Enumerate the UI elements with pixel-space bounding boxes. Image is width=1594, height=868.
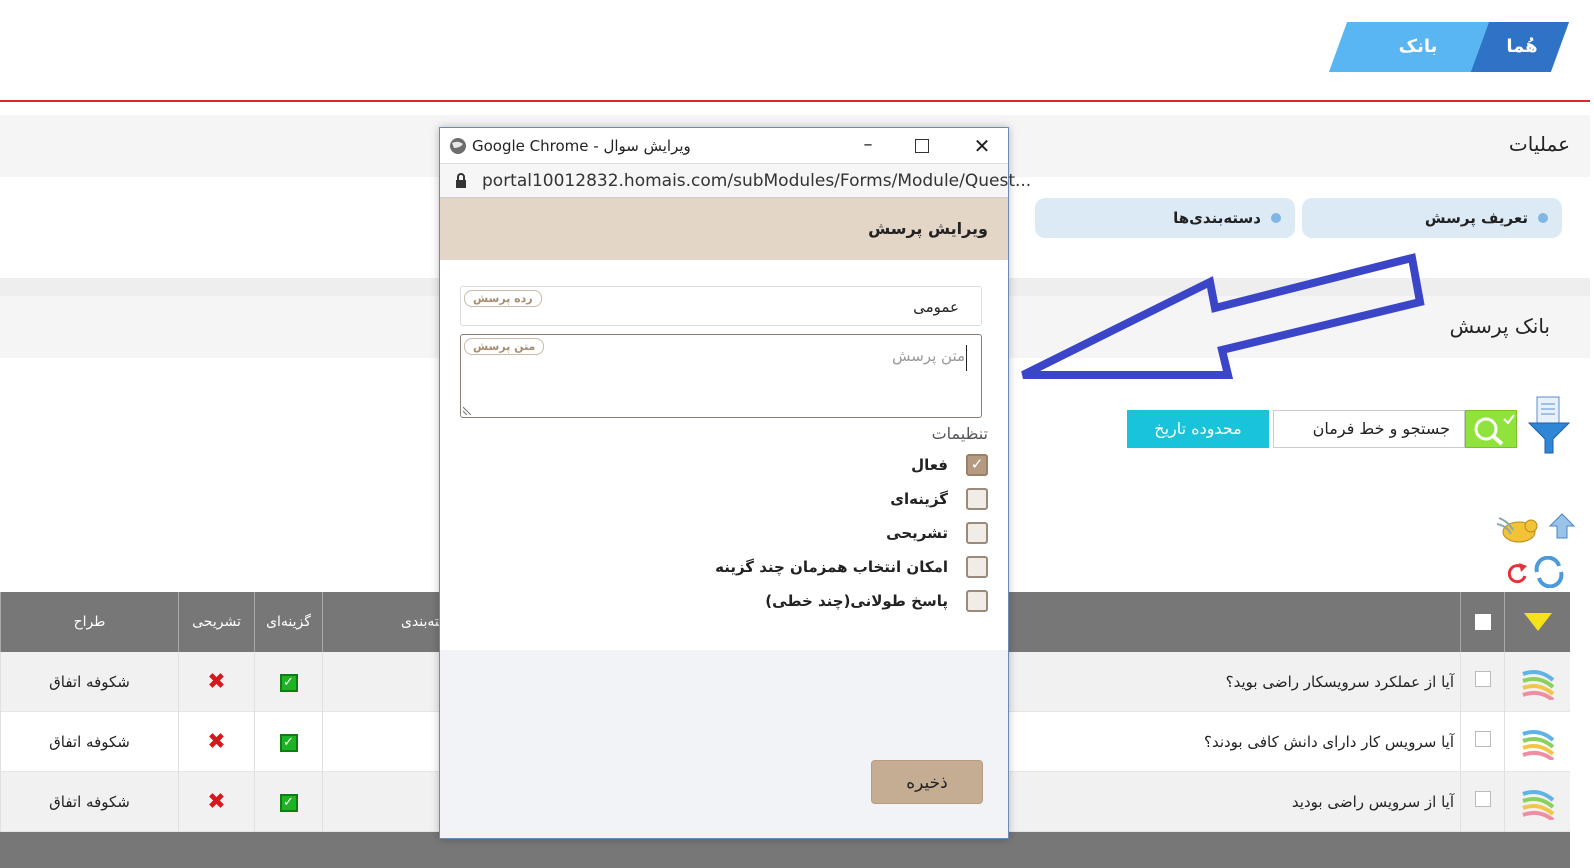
multiple-cell: ✓ (254, 652, 322, 712)
question-text-field[interactable]: متن پرسش متن پرسش (460, 334, 982, 418)
layers-icon[interactable] (1504, 772, 1570, 832)
multiple-cell: ✓ (254, 712, 322, 772)
window-titlebar[interactable]: Google Chrome - ویرایش سوال – ✕ (440, 128, 1008, 164)
option-long-answer[interactable]: پاسخ طولانی(چند خطی) (568, 586, 988, 616)
col-designer[interactable]: طراح (0, 592, 178, 652)
brand-name: هُما (1506, 36, 1538, 57)
magnifier-icon (1474, 414, 1515, 446)
bullet-icon (1538, 213, 1548, 223)
dialog-body: رده پرسش عمومی متن پرسش متن پرسش تنظیمات… (440, 260, 1008, 650)
address-bar[interactable]: portal10012832.homais.com/subModules/For… (440, 164, 1031, 198)
bird-icon[interactable] (1495, 510, 1545, 546)
edit-question-popup: Google Chrome - ویرایش سوال – ✕ portal10… (439, 127, 1031, 839)
bullet-icon (1271, 213, 1281, 223)
cross-icon: ✖ (207, 729, 226, 755)
layers-icon[interactable] (1504, 712, 1570, 772)
multiple-cell: ✓ (254, 772, 322, 832)
maximize-icon (915, 139, 929, 153)
window-title: Google Chrome - ویرایش سوال (472, 137, 691, 155)
checkmark-icon: ✓ (279, 793, 298, 812)
row-select[interactable] (1460, 712, 1504, 772)
question-cell[interactable]: آیا از عملکرد سرویسکار راضی بوید؟ (1010, 652, 1460, 712)
url-text: portal10012832.homais.com/subModules/For… (482, 171, 1032, 191)
resize-handle-icon[interactable] (463, 405, 473, 415)
col-multiple[interactable]: گزینه‌ای (254, 592, 322, 652)
header-divider (0, 100, 1590, 102)
close-button[interactable]: ✕ (956, 128, 1008, 164)
cross-icon: ✖ (207, 669, 226, 695)
checkmark-icon: ✓ (279, 733, 298, 752)
date-range-button[interactable]: محدوده تاریخ (1127, 410, 1269, 448)
text-cursor (966, 345, 967, 371)
checkbox-multiple-choice[interactable] (966, 488, 988, 510)
minimize-button[interactable]: – (848, 128, 888, 164)
module-name: بانک پرسش (1387, 36, 1449, 107)
annotation-arrow-icon (1021, 253, 1425, 379)
checkbox-long-answer[interactable] (966, 590, 988, 612)
option-multi-select[interactable]: امکان انتخاب همزمان چند گزینه (568, 552, 988, 582)
undo-icon[interactable] (1505, 560, 1529, 584)
designer-cell: شکوفه اتفاق (0, 772, 178, 832)
row-checkbox[interactable] (1474, 791, 1491, 807)
dialog-title: ویرایش پرسش (868, 219, 988, 238)
checkmark-icon: ✓ (279, 673, 298, 692)
maximize-button[interactable] (898, 128, 946, 164)
select-all-cell[interactable] (1460, 592, 1504, 652)
question-text-placeholder: متن پرسش (892, 347, 965, 365)
sort-cell[interactable] (1504, 592, 1570, 652)
option-descriptive[interactable]: تشریحی (568, 518, 988, 548)
question-cell[interactable]: آیا سرویس کار دارای دانش کافی بودند؟ (1010, 712, 1460, 772)
operations-title: عملیات (1508, 132, 1570, 156)
descriptive-cell: ✖ (178, 712, 254, 772)
question-text-tag: متن پرسش (464, 338, 545, 355)
checkbox-multi-select[interactable] (966, 556, 988, 578)
row-select[interactable] (1460, 652, 1504, 712)
descriptive-cell: ✖ (178, 652, 254, 712)
dialog-header: ویرایش پرسش (440, 198, 1008, 260)
row-checkbox[interactable] (1474, 671, 1491, 687)
layers-icon[interactable] (1504, 652, 1570, 712)
option-active[interactable]: ✓ فعال (568, 450, 988, 480)
filter-funnel-icon[interactable] (1527, 395, 1571, 457)
upload-icon[interactable] (1548, 512, 1576, 540)
globe-icon (450, 138, 466, 154)
refresh-icon[interactable] (1531, 556, 1567, 588)
category-value: عمومی (913, 298, 959, 316)
col-descriptive[interactable]: تشریحی (178, 592, 254, 652)
row-checkbox[interactable] (1474, 731, 1491, 747)
save-button[interactable]: ذخیره (871, 760, 983, 804)
close-icon: ✕ (973, 134, 991, 158)
designer-cell: شکوفه اتفاق (0, 652, 178, 712)
checkbox-active[interactable]: ✓ (966, 454, 988, 476)
category-field[interactable]: رده پرسش عمومی (460, 286, 982, 326)
lock-icon (456, 173, 466, 188)
search-command-input[interactable]: جستجو و خط فرمان (1273, 410, 1465, 448)
option-multiple-choice[interactable]: گزینه‌ای (568, 484, 988, 514)
cross-icon: ✖ (207, 789, 226, 815)
triangle-down-icon (1523, 613, 1552, 631)
descriptive-cell: ✖ (178, 772, 254, 832)
categories-pill[interactable]: دسته‌بندی‌ها (1035, 198, 1295, 238)
row-select[interactable] (1460, 772, 1504, 832)
designer-cell: شکوفه اتفاق (0, 712, 178, 772)
question-cell[interactable]: آیا از سرویس راضی بودید (1010, 772, 1460, 832)
search-button[interactable] (1465, 410, 1517, 448)
checkbox-descriptive[interactable] (966, 522, 988, 544)
category-tag: رده پرسش (464, 290, 542, 307)
settings-title: تنظیمات (931, 424, 988, 443)
select-all-checkbox[interactable] (1474, 614, 1491, 630)
define-question-pill[interactable]: تعریف پرسش (1302, 198, 1562, 238)
